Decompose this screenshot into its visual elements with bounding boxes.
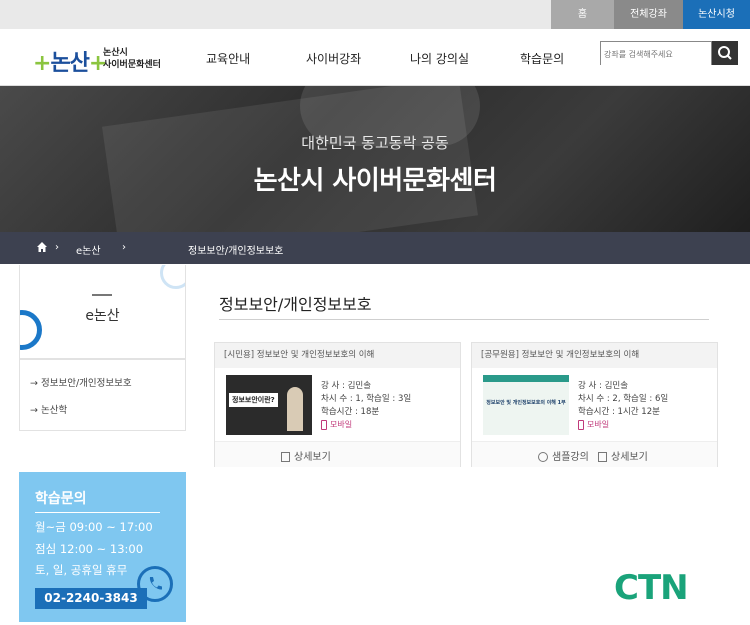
sidebar-item-security[interactable]: → 정보보안/개인정보보호 [30, 375, 132, 389]
nav-my-classroom[interactable]: 나의 강의실 [410, 50, 469, 67]
breadcrumb-level1[interactable]: e논산 [76, 242, 101, 257]
divider [35, 512, 160, 513]
decorative-ring [160, 265, 185, 289]
ctn-watermark: CTN [614, 568, 689, 608]
search-icon [718, 46, 732, 60]
site-header: +논산+ 논산시 사이버문화센터 교육안내 사이버강좌 나의 강의실 학습문의 [0, 29, 750, 86]
inquiry-box: 학습문의 월~금 09:00 ~ 17:00 점심 12:00 ~ 13:00 … [19, 472, 186, 622]
hero-title: 논산시 사이버문화센터 [253, 166, 497, 196]
inquiry-hours: 월~금 09:00 ~ 17:00 [35, 520, 153, 534]
course-instructor: 강 사 : 김민솔 [578, 381, 629, 391]
sidebar-title: e논산 [85, 308, 120, 324]
course-sessions: 차시 수 : 2, 학습일 : 6일 [578, 394, 669, 404]
nav-education-info[interactable]: 교육안내 [206, 50, 250, 67]
thumbnail-bar [483, 375, 569, 382]
arrow-icon: → [30, 378, 38, 389]
thumbnail-label: 정보보안이란? [229, 393, 278, 407]
utility-bar: 홈 전체강좌 논산시청 [0, 0, 750, 29]
document-icon [281, 452, 290, 462]
breadcrumb: › e논산 › 정보보안/개인정보보호 [0, 232, 750, 264]
sample-lecture-button[interactable]: 샘플강의 [538, 448, 589, 463]
course-duration: 학습시간 : 1시간 12분 [578, 407, 660, 417]
logo-mark: +논산+ [33, 51, 107, 76]
detail-button[interactable]: 상세보기 [598, 448, 648, 463]
inquiry-closed: 토, 일, 공휴일 휴무 [35, 563, 128, 577]
card-actions: 상세보기 [215, 441, 460, 467]
course-thumbnail[interactable]: 정보보안 및 개인정보보호의 이해 1부 [483, 375, 569, 435]
breadcrumb-separator: › [122, 242, 126, 253]
nav-inquiry[interactable]: 학습문의 [520, 50, 564, 67]
divider [219, 319, 709, 320]
search-button[interactable] [712, 41, 738, 65]
phone-chat-icon[interactable] [137, 566, 173, 602]
site-logo[interactable]: +논산+ 논산시 사이버문화센터 [33, 45, 168, 76]
phone-icon [149, 577, 162, 590]
instructor-figure [287, 387, 303, 431]
inquiry-title: 학습문의 [35, 491, 87, 507]
page-title: 정보보안/개인정보보호 [219, 295, 372, 314]
sidebar-item-label: 정보보안/개인정보보호 [41, 378, 132, 389]
breadcrumb-current[interactable]: 정보보안/개인정보보호 [188, 242, 283, 257]
course-card[interactable]: [시민용] 정보보안 및 개인정보보호의 이해 정보보안이란? 강 사 : 김민… [214, 342, 461, 467]
course-sessions: 차시 수 : 1, 학습일 : 3일 [321, 394, 412, 404]
search-field [600, 41, 712, 66]
hero-banner: 대한민국 동고동락 공동 논산시 사이버문화센터 [0, 86, 750, 232]
arrow-icon: → [30, 405, 38, 416]
mobile-badge: 모바일 [578, 419, 609, 430]
all-courses-link[interactable]: 전체강좌 [614, 0, 683, 29]
home-link[interactable]: 홈 [551, 0, 614, 29]
nav-cyber-courses[interactable]: 사이버강좌 [306, 50, 361, 67]
mobile-icon [321, 419, 327, 430]
sidebar-title-dash [92, 294, 112, 296]
search-input[interactable] [601, 43, 711, 66]
play-icon [538, 452, 548, 462]
sidebar-menu: → 정보보안/개인정보보호 → 논산학 [19, 359, 186, 431]
phone-number[interactable]: 02-2240-3843 [35, 588, 147, 609]
logo-text: 논산시 사이버문화센터 [103, 48, 161, 70]
course-title[interactable]: [시민용] 정보보안 및 개인정보보호의 이해 [215, 343, 460, 368]
detail-button[interactable]: 상세보기 [281, 448, 331, 463]
inquiry-lunch: 점심 12:00 ~ 13:00 [35, 542, 144, 556]
home-icon[interactable] [37, 242, 47, 252]
city-hall-link[interactable]: 논산시청 [683, 0, 750, 29]
sidebar-item-nonsan-studies[interactable]: → 논산학 [30, 402, 67, 416]
mobile-badge: 모바일 [321, 419, 352, 430]
thumbnail-label: 정보보안 및 개인정보보호의 이해 1부 [486, 400, 566, 406]
course-duration: 학습시간 : 18분 [321, 407, 380, 417]
course-thumbnail[interactable]: 정보보안이란? [226, 375, 312, 435]
mobile-icon [578, 419, 584, 430]
course-instructor: 강 사 : 김민솔 [321, 381, 372, 391]
course-card[interactable]: [공무원용] 정보보안 및 개인정보보호의 이해 정보보안 및 개인정보보호의 … [471, 342, 718, 467]
breadcrumb-separator: › [55, 242, 59, 253]
course-title[interactable]: [공무원용] 정보보안 및 개인정보보호의 이해 [472, 343, 717, 368]
hero-subtitle: 대한민국 동고동락 공동 [301, 134, 449, 152]
sidebar-item-label: 논산학 [41, 405, 68, 416]
document-icon [598, 452, 607, 462]
card-actions: 샘플강의 상세보기 [472, 441, 717, 467]
